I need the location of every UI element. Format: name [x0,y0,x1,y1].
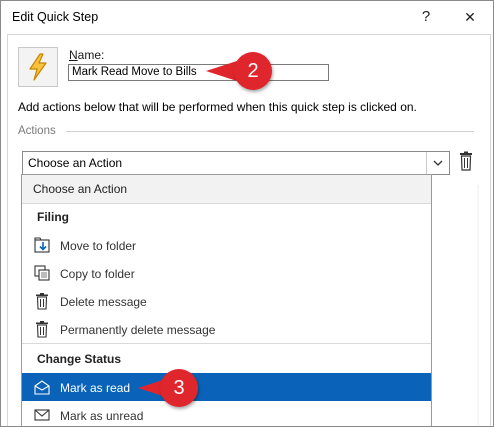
quick-step-icon-button[interactable] [18,47,58,87]
group-header-label: Change Status [37,352,122,366]
actions-section-label: Actions [18,125,56,137]
option-move-to-folder[interactable]: Move to folder [22,231,431,259]
trash-icon [36,321,48,338]
callout-number: 2 [247,59,259,82]
copy-to-folder-icon [34,265,50,281]
option-label: Delete message [60,295,147,309]
option-label: Move to folder [60,239,137,253]
dialog-title: Edit Quick Step [12,10,99,24]
callout-number: 3 [173,376,185,399]
action-dropdown-list[interactable]: Choose an Action Filing Move to folder C… [21,174,432,426]
option-label: Permanently delete message [60,323,216,337]
action-select-value: Choose an Action [28,156,123,170]
option-mark-as-unread[interactable]: Mark as unread [22,401,431,426]
open-envelope-icon [34,380,50,395]
group-header-change-status: Change Status [22,345,431,373]
chevron-down-icon[interactable] [426,152,449,174]
option-copy-to-folder[interactable]: Copy to folder [22,259,431,287]
group-header-label: Filing [37,210,69,224]
move-to-folder-icon [34,237,50,253]
actions-divider [66,131,474,132]
option-label: Mark as read [60,381,131,395]
trash-icon [36,293,48,310]
option-label: Mark as unread [60,409,144,423]
right-shadow-edge [477,185,479,425]
option-choose-action[interactable]: Choose an Action [22,175,431,204]
callout-badge: 2 [234,52,272,90]
option-label: Choose an Action [33,182,128,196]
group-divider [22,343,431,344]
lightning-bolt-icon [29,53,47,81]
action-select[interactable]: Choose an Action [22,151,450,175]
title-bar: Edit Quick Step ? ✕ [1,1,493,33]
close-button[interactable]: ✕ [453,5,487,29]
callout-2: 2 [206,52,272,90]
option-label: Copy to folder [60,267,135,281]
callout-badge: 3 [160,369,198,407]
callout-3: 3 [138,369,198,407]
option-mark-as-read[interactable]: Mark as read [22,373,431,401]
instructions-text: Add actions below that will be performed… [18,100,417,114]
closed-envelope-icon [34,409,50,421]
option-permanently-delete[interactable]: Permanently delete message [22,315,431,343]
delete-action-icon[interactable] [459,151,473,171]
group-header-filing: Filing [22,203,431,231]
name-label: Name: [69,48,105,62]
name-input[interactable]: Mark Read Move to Bills [68,64,329,81]
option-delete-message[interactable]: Delete message [22,287,431,315]
help-button[interactable]: ? [409,5,443,29]
